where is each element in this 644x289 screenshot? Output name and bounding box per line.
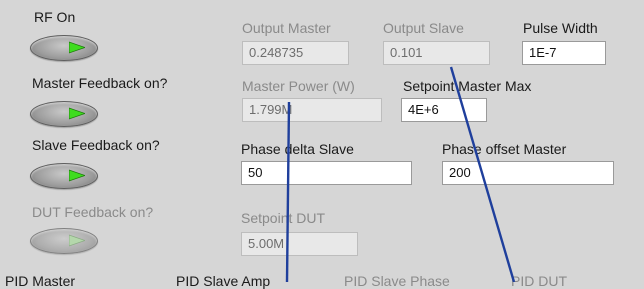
- output-master-label: Output Master: [242, 20, 331, 36]
- tab-pid-slave-amp[interactable]: PID Slave Amp: [176, 273, 270, 289]
- setpoint-dut-indicator: 5.00M: [241, 232, 358, 256]
- dut-feedback-label: DUT Feedback on?: [32, 204, 154, 220]
- master-power-label: Master Power (W): [242, 78, 355, 94]
- green-led-icon: [69, 169, 85, 182]
- tab-pid-dut[interactable]: PID DUT: [511, 273, 567, 289]
- pulse-width-label: Pulse Width: [523, 20, 598, 36]
- output-slave-indicator: 0.101: [383, 41, 490, 65]
- green-led-icon: [69, 107, 85, 120]
- tab-pid-slave-phase[interactable]: PID Slave Phase: [344, 273, 450, 289]
- master-feedback-label: Master Feedback on?: [32, 75, 168, 91]
- output-slave-label: Output Slave: [383, 20, 464, 36]
- master-feedback-toggle[interactable]: [30, 101, 98, 127]
- rf-on-label: RF On: [34, 9, 76, 25]
- phase-offset-master-label: Phase offset Master: [442, 141, 567, 157]
- slave-feedback-toggle[interactable]: [30, 163, 98, 189]
- rf-on-toggle[interactable]: [30, 35, 98, 61]
- dut-feedback-toggle[interactable]: [30, 228, 98, 254]
- slave-feedback-label: Slave Feedback on?: [32, 137, 160, 153]
- output-master-indicator: 0.248735: [242, 41, 349, 65]
- setpoint-dut-label: Setpoint DUT: [241, 210, 326, 226]
- phase-offset-master-input[interactable]: 200: [442, 161, 614, 185]
- phase-delta-slave-input[interactable]: 50: [241, 161, 412, 185]
- green-led-icon: [69, 41, 85, 54]
- pulse-width-input[interactable]: 1E-7: [522, 41, 606, 65]
- setpoint-master-max-input[interactable]: 4E+6: [401, 98, 487, 122]
- phase-delta-slave-label: Phase delta Slave: [241, 141, 354, 157]
- master-power-indicator: 1.799M: [242, 98, 382, 122]
- green-led-icon: [69, 234, 85, 247]
- setpoint-master-max-label: Setpoint Master Max: [403, 78, 532, 94]
- tab-pid-master[interactable]: PID Master: [5, 273, 75, 289]
